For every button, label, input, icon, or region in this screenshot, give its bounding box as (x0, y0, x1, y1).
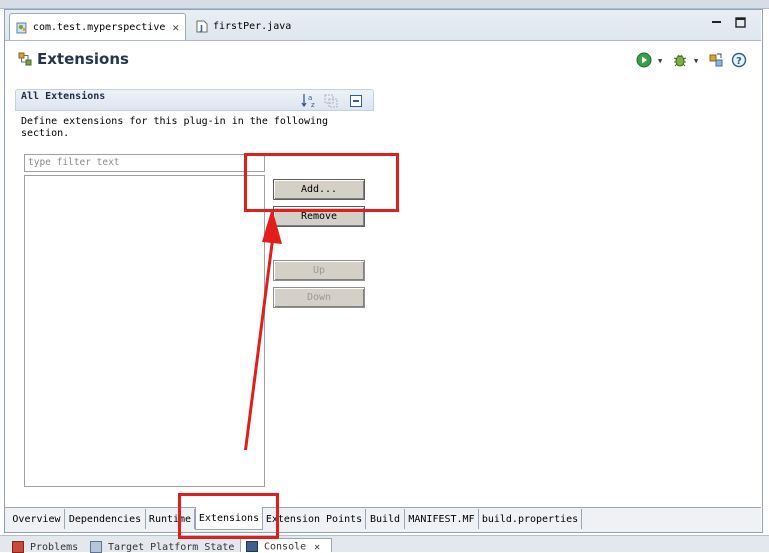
debug-dropdown-icon[interactable]: ▼ (694, 57, 698, 65)
editor-tab-label: firstPer.java (213, 20, 292, 32)
tab-manifest[interactable]: MANIFEST.MF (405, 509, 479, 529)
target-platform-icon (90, 541, 102, 553)
problems-icon (12, 541, 24, 553)
annotation-arrow (244, 208, 282, 450)
maximize-icon[interactable] (735, 17, 746, 28)
sort-az-icon[interactable]: a z (301, 92, 317, 108)
tab-build[interactable]: Build (366, 509, 405, 529)
run-icon[interactable] (636, 52, 652, 68)
extensions-icon (18, 52, 32, 66)
view-tab-target-platform[interactable]: Target Platform State (90, 541, 234, 553)
filter-input[interactable]: type filter text (24, 154, 265, 172)
plugin-icon (16, 22, 27, 33)
help-icon[interactable]: ? (731, 52, 747, 68)
debug-icon[interactable] (672, 52, 688, 68)
collapse-icon[interactable] (349, 94, 363, 108)
svg-text:z: z (311, 101, 315, 108)
svg-text:J: J (199, 24, 203, 33)
editor-tab-label: com.test.myperspective (32, 21, 166, 33)
tab-overview[interactable]: Overview (9, 509, 65, 529)
close-tab-icon[interactable]: ✕ (172, 21, 179, 34)
tab-build-properties[interactable]: build.properties (479, 509, 582, 529)
view-tab-label: Problems (30, 542, 79, 553)
extensions-tree[interactable] (24, 175, 265, 487)
page-title: Extensions (37, 50, 129, 68)
editor-tab-myperspective[interactable]: com.test.myperspective ✕ (9, 13, 186, 40)
run-dropdown-icon[interactable]: ▼ (658, 57, 662, 65)
editor-tab-firstper[interactable]: J firstPer.java (190, 14, 305, 38)
tab-dependencies[interactable]: Dependencies (65, 509, 146, 529)
section-title: All Extensions (21, 91, 106, 102)
annotation-box-extensions-tab (178, 493, 279, 539)
svg-text:?: ? (736, 56, 742, 67)
window-top-strip (0, 0, 769, 9)
view-tab-problems[interactable]: Problems (12, 541, 78, 553)
java-file-icon: J (196, 20, 208, 33)
export-icon[interactable] (708, 52, 724, 68)
minimize-icon[interactable] (711, 17, 722, 28)
console-icon (246, 541, 258, 552)
section-description: Define extensions for this plug-in in th… (21, 116, 329, 139)
expand-all-icon[interactable] (324, 94, 338, 108)
view-tab-label: Target Platform State (108, 542, 235, 553)
